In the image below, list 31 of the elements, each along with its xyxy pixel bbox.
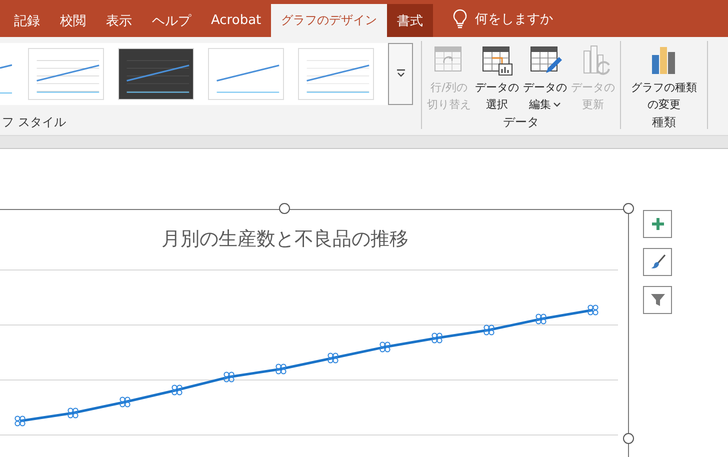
chart-style-thumbnail[interactable] [118, 48, 194, 100]
group-label: データ [503, 114, 539, 131]
resize-handle[interactable] [623, 433, 634, 444]
change-chart-type-button[interactable]: グラフの種類 の変更 [624, 43, 704, 113]
group-label: 種類 [652, 114, 676, 131]
chart-elements-button[interactable] [643, 210, 672, 238]
ribbon-button[interactable]: データの 選択 [473, 43, 521, 113]
chart-style-thumbnail[interactable] [208, 48, 284, 100]
ribbon-tab[interactable]: グラフのデザイン [271, 4, 388, 37]
ribbon-tab[interactable]: 表示 [96, 4, 142, 37]
ribbon-tab[interactable]: 校閲 [50, 4, 96, 37]
tell-me-search[interactable]: 何をしますか [475, 10, 554, 28]
group-label: フ スタイル [2, 114, 66, 131]
ribbon-tab[interactable]: 記録 [4, 4, 50, 37]
chart-style-thumbnail[interactable] [298, 48, 374, 100]
ribbon-button[interactable]: データの 編集 [521, 43, 569, 113]
gallery-more-button[interactable] [388, 43, 413, 105]
chart-filters-button[interactable] [643, 286, 672, 314]
chart-style-thumbnail[interactable] [28, 48, 104, 100]
resize-handle[interactable] [623, 203, 634, 214]
paintbrush-icon [650, 254, 666, 270]
ribbon-tab[interactable]: 書式 [387, 4, 434, 37]
resize-handle[interactable] [279, 203, 290, 214]
plus-icon [650, 217, 664, 231]
lightbulb-icon [453, 8, 468, 28]
filter-icon [650, 292, 666, 308]
more-caret-icon [396, 69, 406, 79]
chart-styles-button[interactable] [643, 248, 672, 276]
ribbon-tab[interactable]: Acrobat [201, 4, 272, 37]
ribbon-tab[interactable]: ヘルプ [142, 4, 201, 37]
chart-title: 月別の生産数と不良品の推移 [162, 227, 408, 252]
